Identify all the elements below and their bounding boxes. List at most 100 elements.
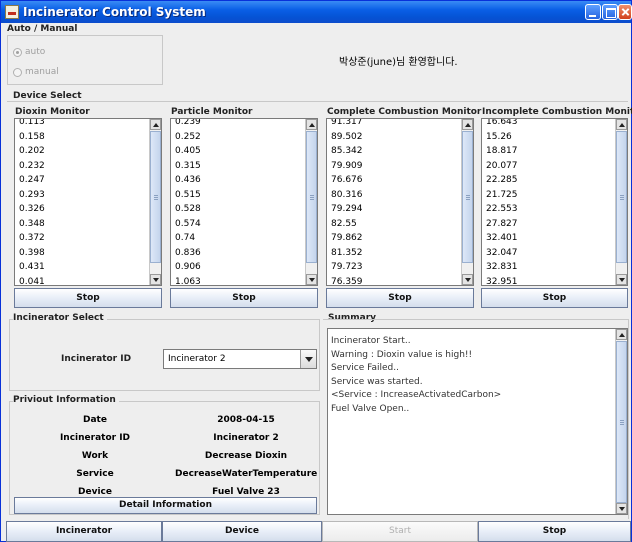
- list-item[interactable]: 18.817: [482, 144, 614, 159]
- list-item[interactable]: 79.723: [327, 260, 460, 275]
- list-item[interactable]: 20.077: [482, 159, 614, 174]
- scroll-down-icon[interactable]: [306, 274, 317, 285]
- info-row-date: Date 2008-04-15: [15, 412, 317, 430]
- list-item[interactable]: 82.55: [327, 217, 460, 232]
- incomplete-combustion-monitor-list[interactable]: 16.643 15.26 18.817 20.077 22.285 21.725 22.55…: [481, 118, 628, 286]
- info-key: Incinerator ID: [59, 433, 131, 443]
- list-item[interactable]: 0.041: [15, 275, 148, 286]
- list-item[interactable]: 79.294: [327, 202, 460, 217]
- list-item[interactable]: 32.831: [482, 260, 614, 275]
- list-item[interactable]: 85.342: [327, 144, 460, 159]
- list-item[interactable]: 0.293: [15, 188, 148, 203]
- scroll-thumb[interactable]: [616, 341, 627, 503]
- list-item[interactable]: 0.436: [171, 173, 304, 188]
- complete-combustion-monitor-list[interactable]: 91.317 89.502 85.342 79.909 76.676 80.316 79.2…: [326, 118, 474, 286]
- list-item[interactable]: 0.515: [171, 188, 304, 203]
- list-item[interactable]: 0.431: [15, 260, 148, 275]
- list-item[interactable]: 0.372: [15, 231, 148, 246]
- scroll-thumb[interactable]: [616, 131, 627, 263]
- window-title: Incinerator Control System: [23, 5, 206, 19]
- list-item[interactable]: 32.951: [482, 275, 614, 286]
- list-item[interactable]: 1.063: [171, 275, 304, 286]
- list-item[interactable]: 0.836: [171, 246, 304, 261]
- stop-all-button[interactable]: Stop: [478, 521, 631, 542]
- list-item[interactable]: 0.202: [15, 144, 148, 159]
- scroll-up-icon[interactable]: [150, 119, 161, 130]
- summary-line: Fuel Valve Open..: [331, 403, 410, 414]
- title-bar[interactable]: Incinerator Control System: [1, 1, 632, 23]
- list-item[interactable]: 0.528: [171, 202, 304, 217]
- list-item[interactable]: 22.285: [482, 173, 614, 188]
- list-item[interactable]: 0.315: [171, 159, 304, 174]
- list-item[interactable]: 0.348: [15, 217, 148, 232]
- list-item[interactable]: 76.359: [327, 275, 460, 286]
- list-item[interactable]: 0.232: [15, 159, 148, 174]
- scroll-up-icon[interactable]: [462, 119, 473, 130]
- complete-combustion-stop-button[interactable]: Stop: [326, 288, 474, 308]
- close-button[interactable]: [618, 4, 632, 20]
- list-item[interactable]: 0.906: [171, 260, 304, 275]
- summary-textarea[interactable]: Incinerator Start.. Warning : Dioxin valu…: [327, 328, 628, 515]
- device-tab-button[interactable]: Device: [162, 521, 322, 542]
- list-item[interactable]: 32.401: [482, 231, 614, 246]
- list-item[interactable]: 91.317: [327, 119, 460, 130]
- dioxin-stop-button[interactable]: Stop: [14, 288, 162, 308]
- scroll-up-icon[interactable]: [616, 119, 627, 130]
- previous-info-label: Priviout Information: [13, 395, 119, 405]
- radio-manual[interactable]: manual: [13, 67, 59, 77]
- complete-combustion-scrollbar[interactable]: [461, 119, 473, 285]
- list-item[interactable]: 79.862: [327, 231, 460, 246]
- scroll-down-icon[interactable]: [616, 503, 627, 514]
- info-key: Service: [76, 469, 114, 479]
- chevron-down-icon[interactable]: [300, 350, 316, 368]
- summary-scrollbar[interactable]: [615, 329, 627, 514]
- incinerator-tab-button[interactable]: Incinerator: [6, 521, 162, 542]
- list-item[interactable]: 22.553: [482, 202, 614, 217]
- list-item[interactable]: 16.643: [482, 119, 614, 130]
- scroll-down-icon[interactable]: [462, 274, 473, 285]
- scroll-up-icon[interactable]: [616, 329, 627, 340]
- dioxin-monitor-list[interactable]: 0.113 0.158 0.202 0.232 0.247 0.293 0.326 0.348…: [14, 118, 162, 286]
- incinerator-id-select[interactable]: Incinerator 2: [163, 349, 317, 369]
- list-item[interactable]: 15.26: [482, 130, 614, 145]
- scroll-up-icon[interactable]: [306, 119, 317, 130]
- list-item[interactable]: 81.352: [327, 246, 460, 261]
- particle-scrollbar[interactable]: [305, 119, 317, 285]
- minimize-button[interactable]: [585, 4, 601, 20]
- incomplete-combustion-scrollbar[interactable]: [615, 119, 627, 285]
- incomplete-combustion-stop-button[interactable]: Stop: [481, 288, 628, 308]
- scroll-down-icon[interactable]: [150, 274, 161, 285]
- scroll-thumb[interactable]: [150, 131, 161, 263]
- list-item[interactable]: 0.239: [171, 119, 304, 130]
- scroll-thumb[interactable]: [306, 131, 317, 263]
- scroll-down-icon[interactable]: [616, 274, 627, 285]
- list-item[interactable]: 79.909: [327, 159, 460, 174]
- list-item[interactable]: 21.725: [482, 188, 614, 203]
- list-item[interactable]: 0.113: [15, 119, 148, 130]
- radio-auto[interactable]: auto: [13, 47, 45, 57]
- maximize-button[interactable]: [602, 4, 618, 20]
- list-item[interactable]: 76.676: [327, 173, 460, 188]
- list-item[interactable]: 0.405: [171, 144, 304, 159]
- list-item[interactable]: 0.158: [15, 130, 148, 145]
- radio-auto-indicator[interactable]: [13, 47, 22, 57]
- complete-combustion-monitor-title: Complete Combustion Monitor: [327, 107, 482, 117]
- list-item[interactable]: 27.827: [482, 217, 614, 232]
- mode-group: [7, 35, 163, 85]
- list-item[interactable]: 89.502: [327, 130, 460, 145]
- list-item[interactable]: 0.574: [171, 217, 304, 232]
- list-item[interactable]: 0.74: [171, 231, 304, 246]
- start-button[interactable]: Start: [322, 521, 478, 542]
- particle-monitor-list[interactable]: 0.239 0.252 0.405 0.315 0.436 0.515 0.528 0.574…: [170, 118, 318, 286]
- list-item[interactable]: 0.247: [15, 173, 148, 188]
- scroll-thumb[interactable]: [462, 131, 473, 263]
- list-item[interactable]: 0.326: [15, 202, 148, 217]
- list-item[interactable]: 32.047: [482, 246, 614, 261]
- list-item[interactable]: 0.252: [171, 130, 304, 145]
- radio-manual-indicator[interactable]: [13, 67, 22, 77]
- detail-information-button[interactable]: Detail Information: [14, 497, 317, 514]
- particle-stop-button[interactable]: Stop: [170, 288, 318, 308]
- list-item[interactable]: 80.316: [327, 188, 460, 203]
- list-item[interactable]: 0.398: [15, 246, 148, 261]
- dioxin-scrollbar[interactable]: [149, 119, 161, 285]
